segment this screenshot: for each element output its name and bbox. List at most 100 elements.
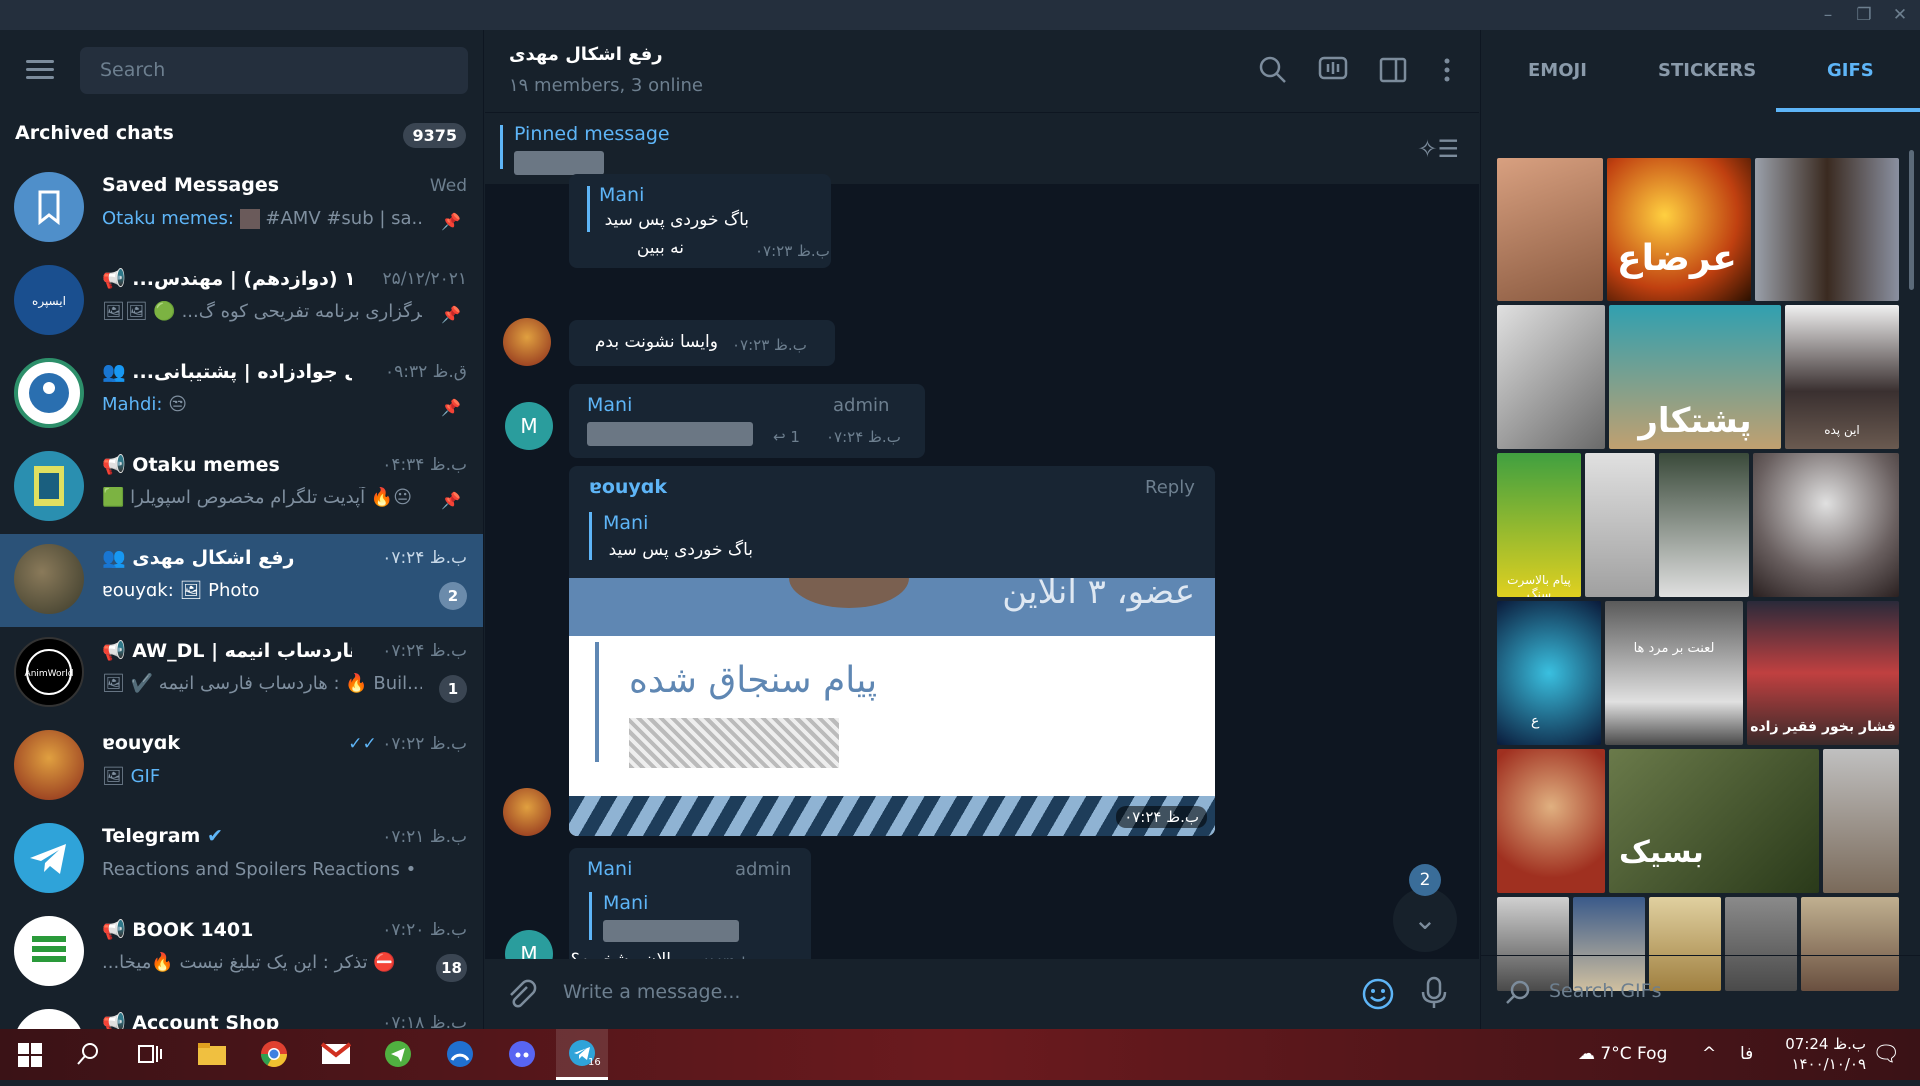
voice-chat-icon[interactable] <box>1315 52 1351 88</box>
message-bubble[interactable]: ɐouyɑk Reply Mani باگ خوردی پس سید عضو، … <box>569 466 1215 836</box>
channel-icon: 📢 <box>102 640 126 662</box>
sender-name[interactable]: Mani <box>587 858 632 880</box>
message-bubble[interactable]: Mani admin Mani الان مشخصه؟ ب.ظ ۰۷:۲۴ <box>569 848 811 976</box>
gif-item[interactable] <box>1659 453 1749 597</box>
gif-item[interactable]: ع <box>1497 601 1601 745</box>
chat-item-konkur[interactable]: ایسپره 📢 ...کنکور ۱۴۰۱ (دوازدهم) | مهندس… <box>0 255 483 348</box>
send-app-icon[interactable] <box>372 1029 424 1080</box>
vpn-app-icon[interactable] <box>434 1029 486 1080</box>
chat-preview: 🖼🖼 🟢 ...برگزاری برنامه تفریحی کوه گ <box>102 301 422 322</box>
tab-emoji[interactable]: EMOJI <box>1528 60 1587 81</box>
gif-item[interactable] <box>1823 749 1899 893</box>
user-avatar[interactable] <box>503 788 551 836</box>
weather-widget[interactable]: ☁ 7°C Fog <box>1578 1029 1667 1080</box>
search-input[interactable]: Search <box>80 47 468 94</box>
chat-item-pouyak[interactable]: ɐouyɑk ✓✓ ب.ظ ۰۷:۲۲ 🖼 GIF <box>0 720 483 813</box>
saved-messages-avatar <box>14 172 84 242</box>
chat-item-telegram[interactable]: Telegram ✔ ب.ظ ۰۷:۲۱ Reactions and Spoil… <box>0 813 483 906</box>
message-bubble[interactable]: Mani admin ↩ 1 ب.ظ ۰۷:۲۴ <box>569 384 925 458</box>
photo-time: ب.ظ ۰۷:۲۴ <box>1116 806 1207 828</box>
chat-item-aw-dl[interactable]: AnimWorld 📢 AW_DL | هاردساب انیمه ب.ظ ۰۷… <box>0 627 483 720</box>
gif-item[interactable]: پشتکار <box>1609 305 1781 449</box>
user-avatar[interactable]: M <box>505 402 553 450</box>
maximize-icon[interactable]: ❐ <box>1850 4 1878 26</box>
chat-name: 👥 رفع اشکال مهدی <box>102 547 295 569</box>
gif-item[interactable] <box>1497 158 1603 301</box>
gmail-icon[interactable] <box>310 1029 362 1080</box>
scroll-down-button[interactable]: ⌄ <box>1393 888 1457 952</box>
sidebar-toggle-icon[interactable] <box>1375 52 1411 88</box>
photo-attachment[interactable]: عضو، ۳ آنلاین پیام سنجاق شده ب.ظ ۰۷:۲۴ <box>569 578 1215 836</box>
chat-name: Telegram ✔ <box>102 825 223 847</box>
gif-item[interactable] <box>1753 453 1899 597</box>
gif-item[interactable]: عرضاع <box>1607 158 1751 301</box>
pin-icon: 📌 <box>441 212 461 231</box>
task-view-icon[interactable] <box>124 1029 176 1080</box>
emoji-icon[interactable] <box>1361 977 1395 1015</box>
message-list[interactable]: Mani باگ خوردی پس سید نه ببین ب.ظ ۰۷:۲۳ … <box>485 174 1479 978</box>
tab-gifs[interactable]: GIFS <box>1827 60 1874 81</box>
spoiler-text[interactable] <box>587 422 753 446</box>
javadzadeh-avatar <box>14 358 84 428</box>
telegram-taskbar-icon[interactable]: 16 <box>556 1029 608 1080</box>
message-bubble[interactable]: وایسا نشونت بدم ب.ظ ۰۷:۲۳ <box>569 320 835 366</box>
otaku-memes-avatar <box>14 451 84 521</box>
menu-icon[interactable] <box>26 60 54 80</box>
archived-chats-header[interactable]: Archived chats 9375 <box>0 110 483 162</box>
tray-chevron-icon[interactable]: ^ <box>1702 1029 1716 1080</box>
message-text: نه ببین <box>636 238 684 258</box>
reply-count[interactable]: ↩ 1 <box>773 428 800 446</box>
windows-start-icon[interactable] <box>4 1029 56 1080</box>
gif-scrollbar[interactable] <box>1909 150 1914 290</box>
minimize-icon[interactable]: – <box>1814 4 1842 26</box>
file-explorer-icon[interactable] <box>186 1029 238 1080</box>
chat-item-javadzadeh[interactable]: 👥 ...آقای علی جوادزاده | پشتیبانی ق.ظ ۰۹… <box>0 348 483 441</box>
gif-item[interactable]: پیام بالاسرت سنگ <box>1497 453 1581 597</box>
language-indicator[interactable]: فا <box>1740 1029 1753 1080</box>
chrome-icon[interactable] <box>248 1029 300 1080</box>
gif-item[interactable] <box>1497 305 1605 449</box>
chat-time: ب.ظ ۰۷:۲۰ <box>382 920 467 940</box>
chat-item-rafe-eshkal[interactable]: 👥 رفع اشکال مهدی ب.ظ ۰۷:۲۴ ɐouyɑk: 🖼 Pho… <box>0 534 483 627</box>
gif-item[interactable]: فشار بخور فقیر زاده <box>1747 601 1899 745</box>
chat-item-saved-messages[interactable]: Saved Messages Wed Otaku memes: #AMV #su… <box>0 162 483 255</box>
message-input[interactable]: Write a message... <box>563 981 740 1003</box>
chat-item-otaku-memes[interactable]: 📢 Otaku memes ب.ظ ۰۴:۳۴ 🟩 آپدیت تلگرام م… <box>0 441 483 534</box>
discord-icon[interactable] <box>496 1029 548 1080</box>
sender-name[interactable]: ɐouyɑk <box>589 476 667 498</box>
message-time: ب.ظ ۰۷:۲۳ <box>732 336 807 354</box>
message-bubble[interactable]: Mani باگ خوردی پس سید نه ببین ب.ظ ۰۷:۲۳ <box>569 174 831 268</box>
gif-search-bar[interactable]: Search GIFs <box>1481 955 1920 1029</box>
clock[interactable]: ب.ظ 07:24 ۱۴۰۰/۱۰/۰۹ <box>1772 1034 1866 1085</box>
tab-stickers[interactable]: STICKERS <box>1658 60 1756 81</box>
gif-item[interactable]: بسیک <box>1609 749 1819 893</box>
channel-icon: 📢 <box>102 919 126 941</box>
notifications-icon[interactable]: 🗨 <box>1872 1029 1900 1080</box>
user-avatar[interactable] <box>503 318 551 366</box>
chat-subtitle: ۱۹ members, 3 online <box>509 75 704 96</box>
spoiler-text[interactable] <box>603 920 739 942</box>
chat-header[interactable]: رفع اشکال مهدی ۱۹ members, 3 online <box>485 30 1479 112</box>
gif-search-input[interactable]: Search GIFs <box>1549 980 1661 1002</box>
gif-item[interactable]: این پده <box>1785 305 1899 449</box>
gif-item[interactable]: لعنت بر مرد ها <box>1605 601 1743 745</box>
microphone-icon[interactable] <box>1417 975 1451 1015</box>
more-menu-icon[interactable] <box>1429 52 1465 88</box>
gif-item[interactable] <box>1755 158 1899 301</box>
gif-item[interactable] <box>1497 749 1605 893</box>
quote-bar <box>589 512 592 560</box>
taskbar-search-icon[interactable] <box>62 1029 114 1080</box>
chat-item-account-shop[interactable]: 📢 Account Shop ب.ظ ۰۷:۱۸ <box>0 999 483 1029</box>
message-time: ب.ظ ۰۷:۲۴ <box>826 428 901 446</box>
rafe-eshkal-avatar <box>14 544 84 614</box>
sender-name[interactable]: Mani <box>587 394 632 416</box>
search-icon[interactable] <box>1255 52 1291 88</box>
attach-icon[interactable] <box>503 977 537 1018</box>
svg-text:ایسپره: ایسپره <box>32 294 66 309</box>
reply-button[interactable]: Reply <box>1145 477 1195 498</box>
close-icon[interactable]: ✕ <box>1886 4 1914 26</box>
chat-item-book-1401[interactable]: 📢 BOOK 1401 ب.ظ ۰۷:۲۰ ...تذکر : این یک ت… <box>0 906 483 999</box>
verified-icon: ✔ <box>206 825 223 847</box>
gif-item[interactable] <box>1585 453 1655 597</box>
pinned-list-icon[interactable]: ✧☰ <box>1417 135 1459 163</box>
